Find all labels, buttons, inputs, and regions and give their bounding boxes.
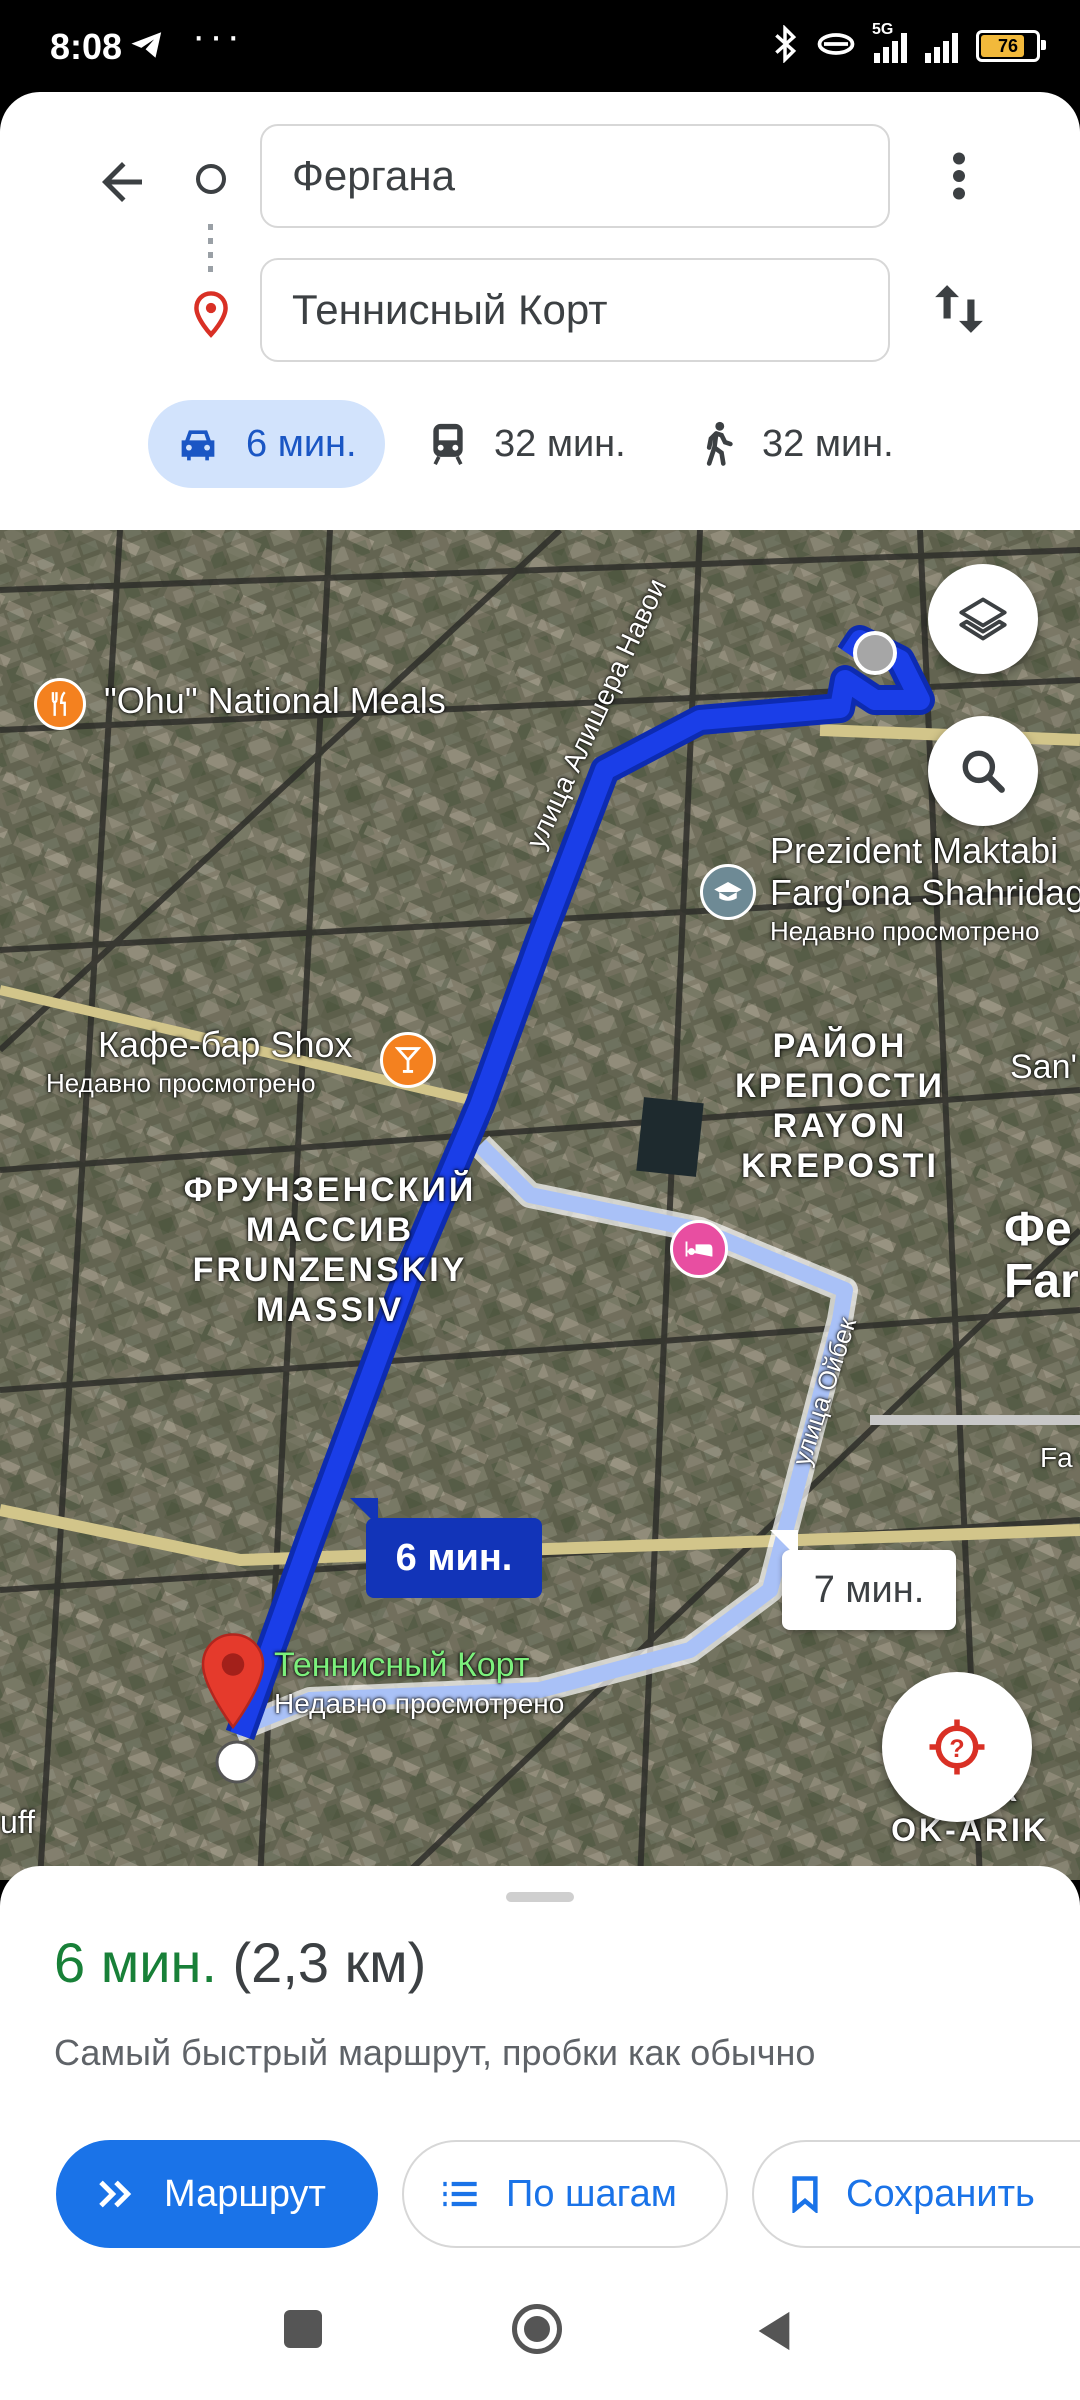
directions-panel: Фергана Теннисный Корт 6 мин. 32 мин. 32… (0, 92, 1080, 530)
car-icon (181, 430, 215, 461)
svg-text:?: ? (949, 1735, 964, 1763)
district-frunzensky-line2: МАССИВ (245, 1211, 415, 1249)
save-label: Сохранить (846, 2172, 1035, 2215)
place-uff-label: uff (0, 1804, 35, 1840)
mode-transit[interactable]: 32 мин. (428, 400, 626, 488)
swap-button[interactable] (930, 278, 988, 345)
arrow-back-icon (102, 162, 142, 202)
place-president-line1[interactable]: Prezident Maktabi (770, 830, 1058, 872)
route-summary: 6 мин. (2,3 км) (54, 1930, 426, 1995)
battery-level: 76 (997, 35, 1019, 56)
battery-icon: 76 (976, 30, 1046, 62)
origin-circle-icon (196, 164, 226, 194)
place-far-label: Far (1004, 1255, 1079, 1308)
destination-text: Теннисный Корт (292, 286, 608, 333)
route-alt-time-badge[interactable]: 7 мин. (782, 1550, 956, 1630)
destination-place-label[interactable]: Теннисный Корт (274, 1646, 529, 1685)
place-cafe-sub: Недавно просмотрено (46, 1068, 316, 1098)
steps-button[interactable]: По шагам (402, 2140, 728, 2248)
place-president-sub: Недавно просмотрено (770, 916, 1040, 946)
mode-transit-label: 32 мин. (494, 422, 626, 465)
mode-driving-label: 6 мин. (246, 422, 357, 465)
satellite-map (0, 530, 1080, 1880)
origin-input[interactable]: Фергана (260, 124, 890, 228)
home-button[interactable] (512, 2304, 562, 2354)
back-button[interactable] (92, 152, 152, 217)
place-fa-label: Fa (1040, 1442, 1073, 1473)
walk-icon (706, 421, 733, 466)
district-kreposti-line2: КРЕПОСТИ (735, 1067, 945, 1105)
home-dot-icon (524, 2316, 550, 2342)
restaurant-pin-icon[interactable] (34, 678, 86, 730)
route-alt-badge-tail (770, 1530, 798, 1558)
list-icon (443, 2181, 477, 2207)
steps-label: По шагам (506, 2172, 677, 2215)
destination-marker-icon[interactable] (198, 1632, 268, 1737)
more-dots-icon: ··· (192, 14, 244, 58)
status-time: 8:08 (50, 26, 123, 67)
signal-icon: 5G (872, 21, 907, 63)
sheet-drag-handle[interactable] (506, 1892, 574, 1902)
route-dots-icon (208, 224, 213, 276)
bar-pin-icon[interactable] (380, 1032, 436, 1088)
place-president-line2[interactable]: Farg'ona Shahridag (770, 872, 1080, 914)
district-frunzensky-line1: ФРУНЗЕНСКИЙ (183, 1171, 477, 1209)
network-type: 5G (872, 21, 894, 38)
more-options-button[interactable] (934, 146, 984, 211)
more-vert-icon (953, 152, 965, 200)
place-cafe-label[interactable]: Кафе-бар Shox (98, 1024, 353, 1066)
recent-apps-button[interactable] (284, 2310, 322, 2348)
map-view[interactable]: улица Алишера Навои улица Ойбек "Ohu" Na… (0, 530, 1080, 1880)
start-navigation-label: Маршрут (164, 2172, 326, 2215)
mode-walking-label: 32 мин. (762, 422, 894, 465)
search-button[interactable] (928, 716, 1038, 826)
telegram-icon (130, 30, 164, 65)
status-bar: 8:08 ··· 5G 76 (0, 0, 1080, 92)
transit-icon (433, 423, 463, 465)
route-main-time: 6 мин. (395, 1536, 513, 1579)
bluetooth-icon (772, 23, 798, 68)
mode-walking[interactable]: 32 мин. (700, 400, 894, 488)
hotel-pin-icon[interactable] (670, 1220, 728, 1278)
destination-input[interactable]: Теннисный Корт (260, 258, 890, 362)
save-button[interactable]: Сохранить (752, 2140, 1080, 2248)
signal-icon-2 (925, 29, 958, 63)
link-icon (816, 29, 856, 64)
route-alt-time: 7 мин. (813, 1568, 925, 1611)
district-kreposti-line4: KREPOSTI (741, 1147, 939, 1185)
swap-vert-icon (935, 285, 983, 333)
route-main-badge-tail (350, 1498, 378, 1526)
school-pin-icon[interactable] (700, 864, 756, 920)
layers-icon (959, 597, 1007, 641)
route-main-time-badge[interactable]: 6 мин. (366, 1518, 542, 1598)
district-kreposti-line1: РАЙОН (772, 1027, 908, 1065)
my-location-icon: ? (929, 1719, 985, 1775)
route-description: Самый быстрый маршрут, пробки как обычно (54, 2032, 816, 2073)
summary-distance: (2,3 км) (232, 1931, 427, 1994)
search-icon (962, 750, 1005, 793)
mode-driving[interactable]: 6 мин. (148, 400, 385, 488)
start-navigation-button[interactable]: Маршрут (56, 2140, 378, 2248)
layers-button[interactable] (928, 564, 1038, 674)
district-frunzensky-line3: FRUNZENSKIY (192, 1251, 468, 1289)
district-frunzensky-line4: MASSIV (255, 1291, 405, 1329)
district-kreposti-line3: RAYON (772, 1107, 908, 1145)
destination-pin-icon (190, 290, 232, 343)
double-chevron-icon (99, 2180, 132, 2208)
district-frunzensky: ФРУНЗЕНСКИЙ МАССИВ FRUNZENSKIY MASSIV (170, 1170, 490, 1330)
place-ohu-label[interactable]: "Ohu" National Meals (104, 680, 446, 722)
triangle-back-icon (758, 2311, 790, 2351)
back-nav-button[interactable] (754, 2308, 794, 2359)
origin-text: Фергана (292, 152, 455, 199)
district-kreposti: РАЙОН КРЕПОСТИ RAYON KREPOSTI (720, 1026, 960, 1186)
my-location-button[interactable]: ? (882, 1672, 1032, 1822)
summary-time: 6 мин. (54, 1931, 217, 1994)
destination-place-sub: Недавно просмотрено (274, 1688, 565, 1719)
bookmark-icon (792, 2176, 818, 2213)
place-san-label: San' (1010, 1048, 1077, 1086)
system-navigation-bar (0, 2270, 1080, 2400)
place-fe-label: Фе (1004, 1203, 1072, 1256)
